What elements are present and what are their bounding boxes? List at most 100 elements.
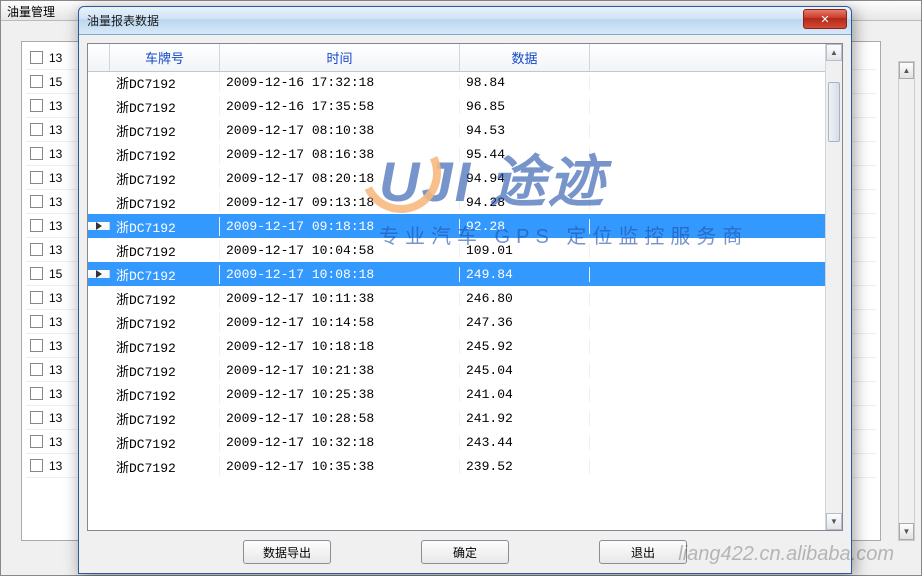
report-dialog: 油量报表数据 ✕ 车牌号 时间 数据 浙DC71922009-12-16 17:…: [78, 6, 852, 574]
cell-data: 98.84: [460, 75, 590, 90]
background-checkbox[interactable]: [30, 363, 43, 376]
background-row-value: 13: [49, 243, 62, 257]
cell-plate: 浙DC7192: [110, 169, 220, 188]
grid-scrollbar[interactable]: ▲ ▼: [825, 44, 842, 530]
background-row-value: 13: [49, 123, 62, 137]
row-marker-icon: [96, 222, 102, 230]
cell-plate: 浙DC7192: [110, 73, 220, 92]
cell-time: 2009-12-17 10:18:18: [220, 339, 460, 354]
background-row-value: 13: [49, 339, 62, 353]
background-checkbox[interactable]: [30, 267, 43, 280]
background-row-value: 13: [49, 435, 62, 449]
cell-plate: 浙DC7192: [110, 457, 220, 476]
background-row-value: 13: [49, 291, 62, 305]
cell-time: 2009-12-17 10:04:58: [220, 243, 460, 258]
background-row-value: 13: [49, 147, 62, 161]
table-row[interactable]: 浙DC71922009-12-17 09:13:1894.28: [88, 190, 825, 214]
cell-data: 95.44: [460, 147, 590, 162]
background-scrollbar[interactable]: ▲ ▼: [898, 61, 915, 541]
cell-time: 2009-12-17 10:11:38: [220, 291, 460, 306]
table-row[interactable]: 浙DC71922009-12-17 10:14:58247.36: [88, 310, 825, 334]
dialog-titlebar[interactable]: 油量报表数据 ✕: [79, 7, 851, 35]
row-marker-icon: [96, 270, 102, 278]
table-row[interactable]: 浙DC71922009-12-17 08:20:1894.94: [88, 166, 825, 190]
background-checkbox[interactable]: [30, 411, 43, 424]
table-row[interactable]: 浙DC71922009-12-17 10:04:58109.01: [88, 238, 825, 262]
background-checkbox[interactable]: [30, 219, 43, 232]
cell-plate: 浙DC7192: [110, 313, 220, 332]
grid-rows: 浙DC71922009-12-16 17:32:1898.84浙DC719220…: [88, 70, 825, 530]
scroll-up-icon[interactable]: ▲: [899, 62, 914, 79]
row-marker: [88, 222, 110, 230]
background-checkbox[interactable]: [30, 339, 43, 352]
cell-time: 2009-12-16 17:35:58: [220, 99, 460, 114]
cell-time: 2009-12-17 10:21:38: [220, 363, 460, 378]
cell-data: 96.85: [460, 99, 590, 114]
export-button[interactable]: 数据导出: [243, 540, 331, 564]
table-row[interactable]: 浙DC71922009-12-16 17:32:1898.84: [88, 70, 825, 94]
dialog-body: 车牌号 时间 数据 浙DC71922009-12-16 17:32:1898.8…: [79, 35, 851, 573]
background-checkbox[interactable]: [30, 123, 43, 136]
table-row[interactable]: 浙DC71922009-12-17 08:16:3895.44: [88, 142, 825, 166]
background-row-value: 13: [49, 99, 62, 113]
table-row[interactable]: 浙DC71922009-12-17 10:08:18249.84: [88, 262, 825, 286]
background-checkbox[interactable]: [30, 147, 43, 160]
table-row[interactable]: 浙DC71922009-12-17 09:18:1892.28: [88, 214, 825, 238]
cell-plate: 浙DC7192: [110, 145, 220, 164]
background-checkbox[interactable]: [30, 315, 43, 328]
table-row[interactable]: 浙DC71922009-12-17 10:18:18245.92: [88, 334, 825, 358]
exit-button[interactable]: 退出: [599, 540, 687, 564]
cell-time: 2009-12-17 10:25:38: [220, 387, 460, 402]
cell-data: 245.92: [460, 339, 590, 354]
scroll-thumb[interactable]: [828, 82, 840, 142]
background-checkbox[interactable]: [30, 195, 43, 208]
background-checkbox[interactable]: [30, 435, 43, 448]
background-row-value: 13: [49, 51, 62, 65]
dialog-title: 油量报表数据: [87, 12, 159, 29]
table-row[interactable]: 浙DC71922009-12-17 08:10:3894.53: [88, 118, 825, 142]
cell-time: 2009-12-17 10:32:18: [220, 435, 460, 450]
table-row[interactable]: 浙DC71922009-12-16 17:35:5896.85: [88, 94, 825, 118]
col-header-time[interactable]: 时间: [220, 44, 460, 71]
background-checkbox[interactable]: [30, 387, 43, 400]
cell-time: 2009-12-17 10:28:58: [220, 411, 460, 426]
background-checkbox[interactable]: [30, 75, 43, 88]
cell-time: 2009-12-17 08:20:18: [220, 171, 460, 186]
background-row-value: 13: [49, 459, 62, 473]
cell-data: 246.80: [460, 291, 590, 306]
cell-data: 94.28: [460, 195, 590, 210]
background-checkbox[interactable]: [30, 291, 43, 304]
background-row-value: 13: [49, 195, 62, 209]
scroll-down-icon[interactable]: ▼: [826, 513, 842, 530]
cell-time: 2009-12-17 08:10:38: [220, 123, 460, 138]
background-checkbox[interactable]: [30, 459, 43, 472]
table-row[interactable]: 浙DC71922009-12-17 10:32:18243.44: [88, 430, 825, 454]
row-marker-header: [88, 44, 110, 71]
cell-data: 94.53: [460, 123, 590, 138]
cell-data: 249.84: [460, 267, 590, 282]
scroll-down-icon[interactable]: ▼: [899, 523, 914, 540]
background-row-value: 13: [49, 387, 62, 401]
background-checkbox[interactable]: [30, 99, 43, 112]
cell-time: 2009-12-17 09:13:18: [220, 195, 460, 210]
ok-button[interactable]: 确定: [421, 540, 509, 564]
background-checkbox[interactable]: [30, 51, 43, 64]
col-header-data[interactable]: 数据: [460, 44, 590, 71]
cell-plate: 浙DC7192: [110, 265, 220, 284]
cell-plate: 浙DC7192: [110, 433, 220, 452]
background-checkbox[interactable]: [30, 171, 43, 184]
dialog-button-row: 数据导出 确定 退出: [87, 531, 843, 565]
col-header-plate[interactable]: 车牌号: [110, 44, 220, 71]
cell-time: 2009-12-17 10:14:58: [220, 315, 460, 330]
cell-time: 2009-12-17 09:18:18: [220, 219, 460, 234]
table-row[interactable]: 浙DC71922009-12-17 10:25:38241.04: [88, 382, 825, 406]
table-row[interactable]: 浙DC71922009-12-17 10:21:38245.04: [88, 358, 825, 382]
scroll-up-icon[interactable]: ▲: [826, 44, 842, 61]
background-checkbox[interactable]: [30, 243, 43, 256]
background-row-value: 15: [49, 267, 62, 281]
close-button[interactable]: ✕: [803, 9, 847, 29]
table-row[interactable]: 浙DC71922009-12-17 10:35:38239.52: [88, 454, 825, 478]
cell-data: 92.28: [460, 219, 590, 234]
table-row[interactable]: 浙DC71922009-12-17 10:28:58241.92: [88, 406, 825, 430]
table-row[interactable]: 浙DC71922009-12-17 10:11:38246.80: [88, 286, 825, 310]
